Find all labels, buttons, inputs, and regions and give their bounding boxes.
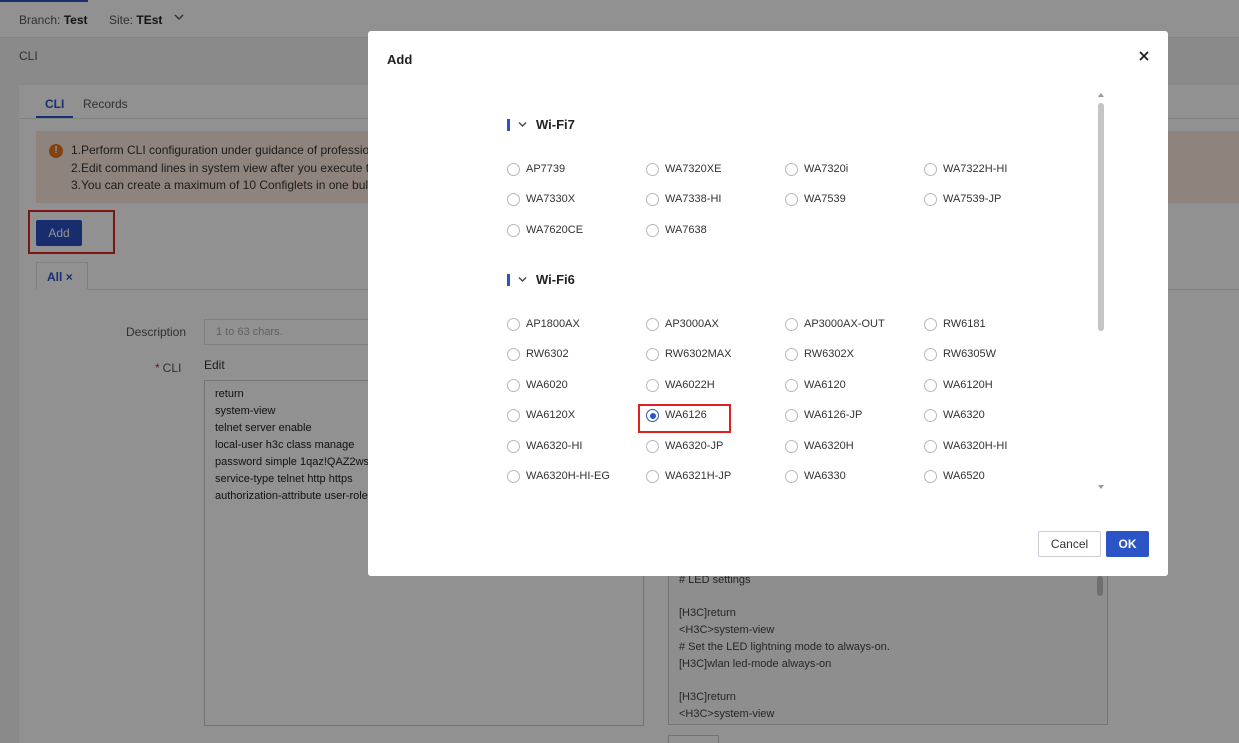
dialog-title: Add <box>387 52 413 67</box>
dialog-scrollbar[interactable] <box>1098 93 1104 489</box>
cancel-button[interactable]: Cancel <box>1038 531 1101 557</box>
model-label: WA6022H <box>665 379 715 391</box>
radio-button[interactable] <box>507 193 520 206</box>
ok-button[interactable]: OK <box>1106 531 1149 557</box>
model-label: WA6320H-HI <box>943 440 1008 452</box>
radio-button[interactable] <box>507 470 520 483</box>
model-label: WA6520 <box>943 470 985 482</box>
radio-button[interactable] <box>924 379 937 392</box>
model-label: WA7320i <box>804 163 849 175</box>
model-label: RW6302 <box>526 348 569 360</box>
radio-button[interactable] <box>924 318 937 331</box>
group-marker <box>507 274 510 286</box>
radio-button[interactable] <box>785 318 798 331</box>
model-label: RW6181 <box>943 318 986 330</box>
close-icon[interactable] <box>1136 48 1152 64</box>
model-label: AP3000AX <box>665 318 719 330</box>
group-title: Wi-Fi6 <box>536 272 575 287</box>
radio-button[interactable] <box>924 163 937 176</box>
model-label: RW6302MAX <box>665 348 732 360</box>
radio-button[interactable] <box>924 440 937 453</box>
radio-button[interactable] <box>507 440 520 453</box>
radio-button[interactable] <box>646 224 659 237</box>
radio-button[interactable] <box>646 470 659 483</box>
radio-button[interactable] <box>507 409 520 422</box>
model-label: WA6320-HI <box>526 440 583 452</box>
model-label: WA6126-JP <box>804 409 863 421</box>
radio-button[interactable] <box>785 348 798 361</box>
model-label: WA6120H <box>943 379 993 391</box>
radio-button[interactable] <box>785 440 798 453</box>
radio-button[interactable] <box>785 379 798 392</box>
model-label: WA6330 <box>804 470 846 482</box>
model-label: WA6120 <box>804 379 846 391</box>
add-dialog: Add Wi-Fi7 Wi-Fi6 AP7739 WA7320XE WA7320i W… <box>368 31 1168 576</box>
radio-button[interactable] <box>924 193 937 206</box>
model-label: WA7638 <box>665 224 707 236</box>
model-label: WA7539-JP <box>943 193 1002 205</box>
model-label: RW6302X <box>804 348 854 360</box>
model-label: WA6320H <box>804 440 854 452</box>
radio-button[interactable] <box>646 348 659 361</box>
radio-button[interactable] <box>785 409 798 422</box>
model-label: WA6120X <box>526 409 576 421</box>
radio-button[interactable] <box>646 379 659 392</box>
model-label: AP3000AX-OUT <box>804 318 885 330</box>
scroll-up-icon[interactable] <box>1098 93 1104 97</box>
radio-button[interactable] <box>924 409 937 422</box>
model-label: WA7338-HI <box>665 193 722 205</box>
model-label: WA7320XE <box>665 163 722 175</box>
radio-button[interactable] <box>924 348 937 361</box>
radio-button[interactable] <box>785 193 798 206</box>
model-label: WA6320 <box>943 409 985 421</box>
model-label: WA7330X <box>526 193 576 205</box>
model-label: WA6320H-HI-EG <box>526 470 610 482</box>
model-label: WA6020 <box>526 379 568 391</box>
radio-button[interactable] <box>785 470 798 483</box>
model-label: WA6320-JP <box>665 440 724 452</box>
scroll-down-icon[interactable] <box>1098 485 1104 489</box>
group-title: Wi-Fi7 <box>536 117 575 132</box>
radio-button[interactable] <box>785 163 798 176</box>
radio-button[interactable] <box>507 224 520 237</box>
radio-button[interactable] <box>646 163 659 176</box>
model-label: RW6305W <box>943 348 996 360</box>
highlight-box-selected <box>638 404 731 433</box>
radio-button[interactable] <box>507 163 520 176</box>
model-label: AP7739 <box>526 163 566 175</box>
chevron-down-icon[interactable] <box>517 119 528 130</box>
scrollbar-thumb[interactable] <box>1098 103 1104 331</box>
radio-button[interactable] <box>646 318 659 331</box>
radio-button[interactable] <box>507 318 520 331</box>
model-label: WA7620CE <box>526 224 584 236</box>
radio-button[interactable] <box>507 348 520 361</box>
radio-button[interactable] <box>507 379 520 392</box>
group-marker <box>507 119 510 131</box>
model-label: AP1800AX <box>526 318 580 330</box>
radio-button[interactable] <box>646 193 659 206</box>
chevron-down-icon[interactable] <box>517 274 528 285</box>
model-label: WA6321H-JP <box>665 470 732 482</box>
radio-button[interactable] <box>924 470 937 483</box>
radio-button[interactable] <box>646 440 659 453</box>
model-label: WA7539 <box>804 193 846 205</box>
model-label: WA7322H-HI <box>943 163 1008 175</box>
